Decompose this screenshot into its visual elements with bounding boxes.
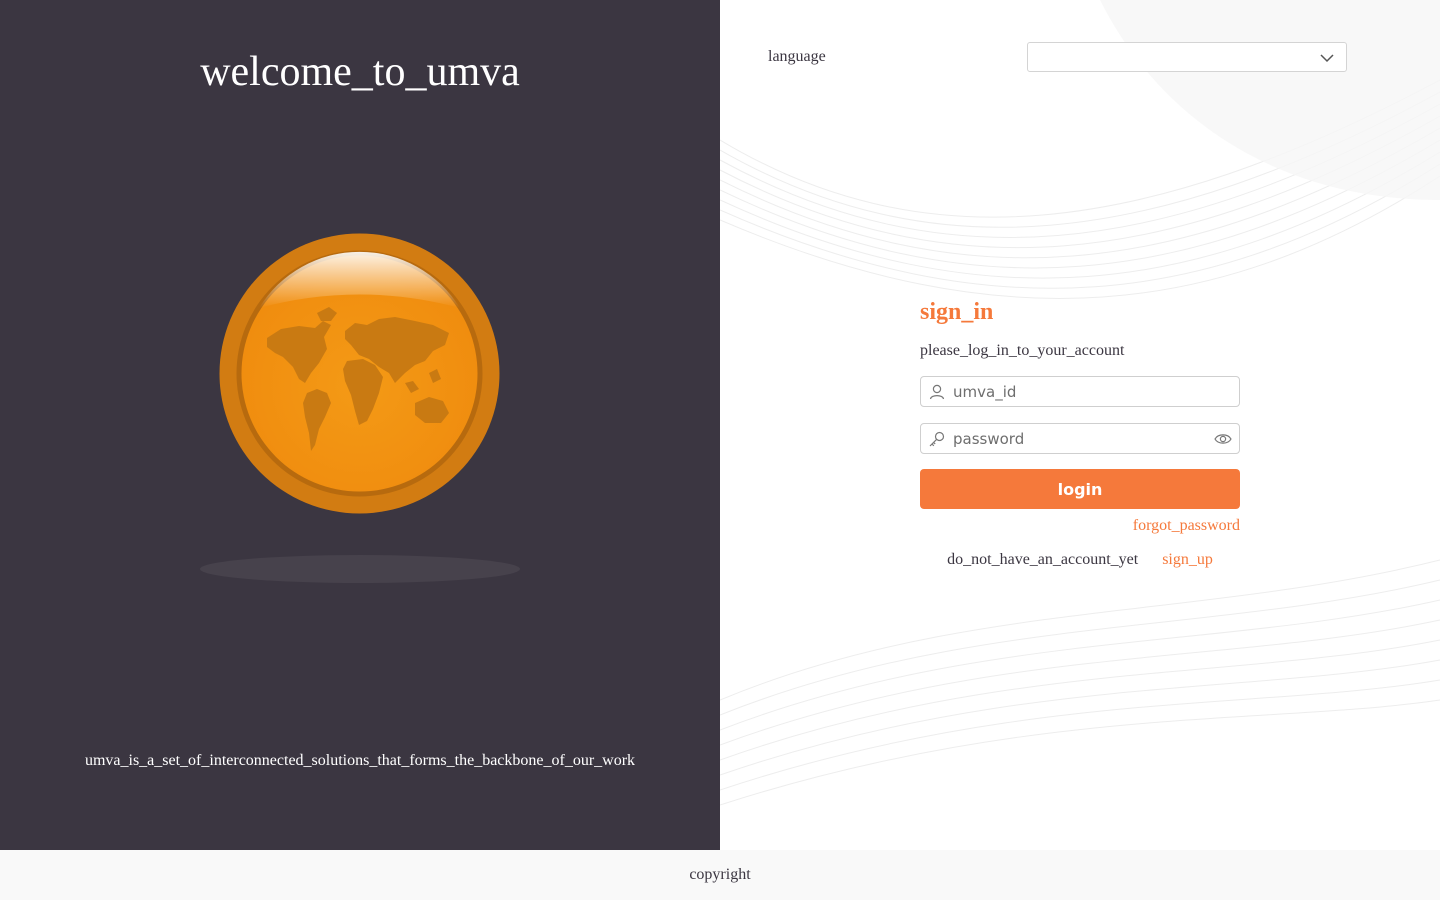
sign-up-link[interactable]: sign_up (1162, 551, 1213, 568)
password-field[interactable] (920, 423, 1240, 454)
forgot-password-link[interactable]: forgot_password (1133, 515, 1240, 537)
language-label: language (768, 48, 826, 65)
umva-id-field[interactable] (920, 376, 1240, 407)
chevron-down-icon (1320, 54, 1334, 63)
globe-coin-icon (219, 233, 500, 514)
login-button[interactable]: login (920, 469, 1240, 509)
tagline: umva_is_a_set_of_interconnected_solution… (84, 752, 636, 769)
signin-subtitle: please_log_in_to_your_account (920, 342, 1125, 359)
language-select[interactable] (1027, 42, 1347, 72)
signin-title: sign_in (920, 299, 994, 325)
copyright-text: copyright (689, 866, 751, 883)
logo-shadow (200, 555, 520, 583)
password-input[interactable] (953, 424, 1203, 453)
umva-id-input[interactable] (953, 377, 1203, 406)
welcome-panel: welcome_to_umva umva_is_a_set_of_interco… (0, 0, 720, 850)
signup-row: do_not_have_an_account_yet sign_up (920, 549, 1240, 571)
no-account-text: do_not_have_an_account_yet (947, 551, 1139, 568)
welcome-title: welcome_to_umva (200, 49, 520, 95)
footer: copyright (0, 850, 1440, 900)
user-icon (929, 384, 945, 400)
eye-icon[interactable] (1214, 431, 1232, 447)
signin-panel: language sign_in please_log_in_to_your_a… (720, 0, 1440, 850)
key-icon (929, 431, 945, 447)
